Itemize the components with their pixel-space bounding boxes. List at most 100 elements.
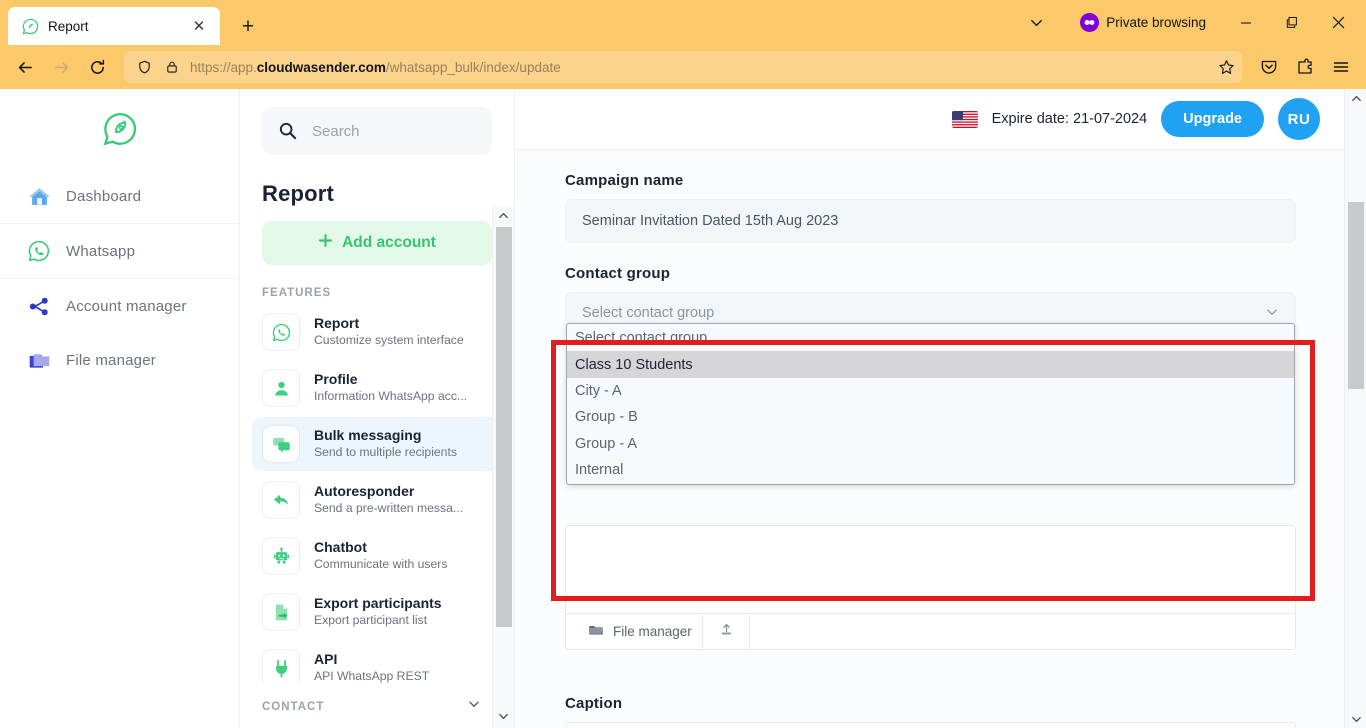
sidebar-item-label: File manager — [66, 351, 156, 369]
upload-icon — [719, 622, 734, 642]
sidebar-item-dashboard[interactable]: Dashboard — [0, 169, 239, 223]
forward-button-icon[interactable] — [44, 51, 78, 83]
hamburger-menu-icon[interactable] — [1324, 51, 1358, 83]
contact-group-selected-value: Select contact group — [582, 305, 715, 321]
file-manager-label: File manager — [613, 624, 692, 639]
navigation-toolbar: https://app.cloudwasender.com/whatsapp_b… — [0, 45, 1366, 89]
dropdown-option-selected[interactable]: Class 10 Students — [567, 351, 1294, 378]
feature-title: Autoresponder — [314, 483, 415, 500]
rail-group-managers: Account manager File manager — [0, 279, 239, 387]
window-minimize-button[interactable] — [1224, 0, 1268, 45]
back-button-icon[interactable] — [8, 51, 42, 83]
home-icon — [26, 183, 52, 209]
attachment-row: File manager — [565, 525, 1296, 650]
dropdown-option[interactable]: Internal — [567, 457, 1294, 483]
dropdown-option[interactable]: Select contact group — [567, 325, 1294, 351]
feature-text: Chatbot Communicate with users — [314, 539, 447, 573]
upload-button[interactable] — [703, 614, 750, 649]
feature-subtitle: Information WhatsApp acc... — [314, 389, 468, 404]
feature-subtitle: Send to multiple recipients — [314, 445, 457, 460]
dropdown-option[interactable]: Group - B — [567, 404, 1294, 430]
campaign-name-label: Campaign name — [565, 172, 684, 189]
page-viewport: Dashboard Whatsapp Account manager File … — [0, 89, 1366, 728]
campaign-name-input[interactable]: Seminar Invitation Dated 15th Aug 2023 — [565, 199, 1296, 243]
add-account-label: Add account — [342, 234, 436, 251]
search-input[interactable]: Search — [262, 107, 492, 155]
upgrade-button[interactable]: Upgrade — [1161, 101, 1264, 137]
save-to-pocket-icon[interactable] — [1252, 51, 1286, 83]
plug-icon — [262, 649, 300, 687]
private-browsing-label: Private browsing — [1106, 15, 1206, 30]
new-tab-button[interactable]: + — [232, 10, 264, 42]
feature-item-export-participants[interactable]: Export participants Export participant l… — [252, 585, 502, 639]
feature-title: Chatbot — [314, 539, 367, 556]
feature-sidebar: Search Report Add account FEATURES Repor… — [240, 89, 515, 728]
folder-icon — [26, 347, 52, 373]
extensions-icon[interactable] — [1288, 51, 1322, 83]
feature-title: API — [314, 651, 338, 668]
dropdown-option[interactable]: Group - A — [567, 431, 1294, 457]
campaign-name-field: Campaign name Seminar Invitation Dated 1… — [565, 172, 1296, 243]
page-scroll-down-arrow[interactable] — [1345, 710, 1366, 728]
feature-item-profile[interactable]: Profile Information WhatsApp acc... — [252, 361, 502, 415]
contact-group-label: Contact group — [565, 265, 671, 282]
window-close-button[interactable] — [1316, 0, 1360, 45]
caption-textarea[interactable]: Write a caption — [565, 722, 1296, 728]
lock-icon[interactable] — [162, 57, 182, 77]
feature-text: Export participants Export participant l… — [314, 595, 442, 629]
sidebar-item-file-manager[interactable]: File manager — [0, 333, 239, 387]
feature-item-chatbot[interactable]: Chatbot Communicate with users — [252, 529, 502, 583]
add-account-button[interactable]: Add account — [262, 221, 492, 265]
page-scroll-up-arrow[interactable] — [1345, 89, 1366, 107]
plus-icon — [318, 233, 333, 253]
browser-tab-report[interactable]: Report ✕ — [8, 7, 220, 45]
browser-chrome: Report ✕ + Private browsing https://app.… — [0, 0, 1366, 89]
robot-icon — [262, 537, 300, 575]
page-scroll-thumb[interactable] — [1348, 202, 1364, 389]
tab-title: Report — [48, 18, 89, 34]
feature-item-report[interactable]: Report Customize system interface — [252, 305, 502, 359]
feature-text: Report Customize system interface — [314, 315, 464, 349]
feature-subtitle: Send a pre-written messa... — [314, 501, 464, 516]
main-content: Expire date: 21-07-2024 Upgrade RU Campa… — [515, 89, 1366, 728]
sidebar-scroll-up-arrow[interactable] — [498, 210, 509, 224]
feature-item-autoresponder[interactable]: Autoresponder Send a pre-written messa..… — [252, 473, 502, 527]
app-logo[interactable] — [0, 103, 239, 169]
feature-text: API API WhatsApp REST — [314, 651, 429, 685]
sidebar-item-account-manager[interactable]: Account manager — [0, 279, 239, 333]
shield-icon[interactable] — [134, 57, 154, 77]
contact-group-dropdown-list[interactable]: Select contact group Class 10 Students C… — [566, 323, 1295, 486]
url-text[interactable]: https://app.cloudwasender.com/whatsapp_b… — [190, 60, 1208, 75]
rail-group-whatsapp: Whatsapp — [0, 224, 239, 279]
file-manager-button[interactable]: File manager — [566, 614, 703, 649]
sidebar-item-label: Whatsapp — [66, 242, 136, 260]
contact-section-label: CONTACT — [262, 700, 325, 713]
feature-title: Report — [314, 315, 360, 332]
address-bar[interactable]: https://app.cloudwasender.com/whatsapp_b… — [124, 51, 1242, 83]
sidebar-scroll-down-arrow[interactable] — [498, 711, 509, 725]
reload-button-icon[interactable] — [80, 51, 114, 83]
tabstrip-right-controls: Private browsing — [1016, 0, 1366, 45]
star-icon[interactable] — [1216, 57, 1236, 77]
tab-favicon-whatsapp-rocket-icon — [22, 18, 39, 35]
feature-text: Bulk messaging Send to multiple recipien… — [314, 427, 457, 461]
dropdown-option[interactable]: City - A — [567, 378, 1294, 404]
features-heading: FEATURES — [262, 287, 332, 299]
list-all-tabs-icon[interactable] — [1016, 4, 1056, 42]
page-scrollbar[interactable] — [1344, 89, 1366, 728]
sidebar-scrollbar[interactable] — [492, 207, 514, 728]
caption-field: Caption Write a caption 0 — [565, 695, 1296, 728]
window-maximize-button[interactable] — [1270, 0, 1314, 45]
contact-section-header[interactable]: CONTACT — [240, 683, 514, 728]
feature-text: Autoresponder Send a pre-written messa..… — [314, 483, 463, 517]
chevron-down-icon — [1265, 305, 1279, 322]
feature-item-bulk-messaging[interactable]: Bulk messaging Send to multiple recipien… — [252, 417, 502, 471]
avatar[interactable]: RU — [1278, 98, 1320, 140]
sidebar-scroll-thumb[interactable] — [496, 227, 512, 627]
tab-close-icon[interactable]: ✕ — [188, 15, 210, 37]
chevron-down-icon[interactable] — [467, 697, 481, 716]
feature-title: Profile — [314, 371, 358, 388]
whatsapp-icon — [26, 238, 52, 264]
sidebar-item-label: Dashboard — [66, 187, 142, 205]
sidebar-item-whatsapp[interactable]: Whatsapp — [0, 224, 239, 278]
